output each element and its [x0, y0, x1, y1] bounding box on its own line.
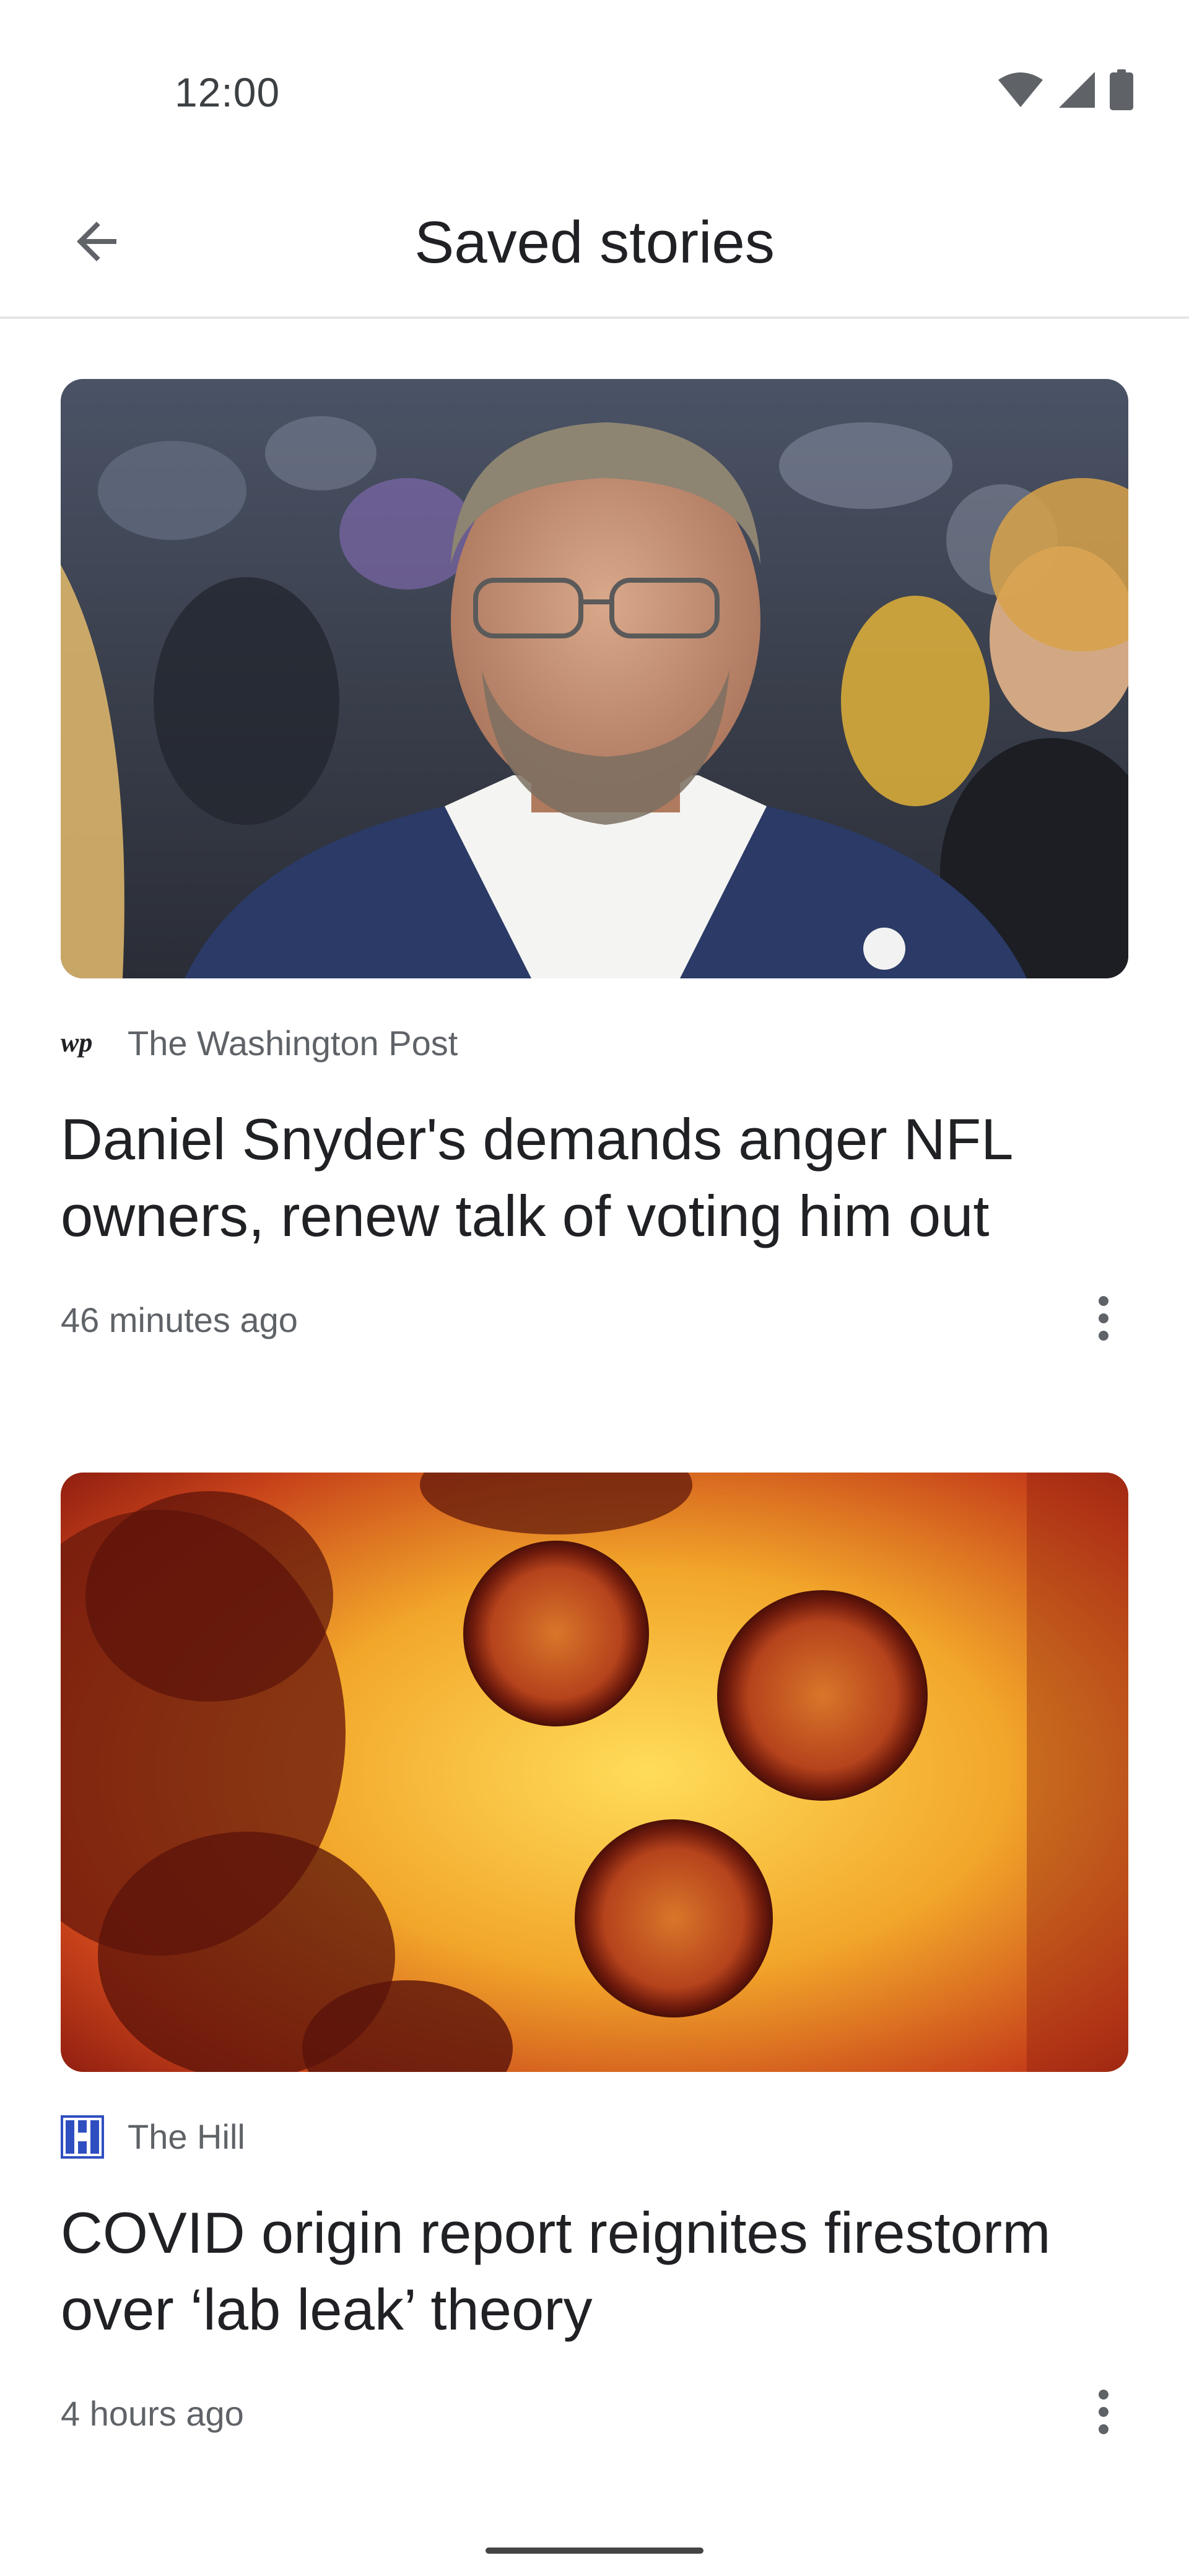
gesture-navigation-bar[interactable] — [486, 2548, 703, 2554]
app-bar: Saved stories — [0, 161, 1189, 319]
story-card[interactable]: The Hill COVID origin report reignites f… — [61, 1473, 1128, 2441]
battery-icon — [1110, 69, 1133, 110]
story-headline[interactable]: Daniel Snyder's demands anger NFL owners… — [61, 1101, 1128, 1255]
more-vert-icon — [1097, 2388, 1110, 2439]
story-meta: 4 hours ago — [61, 2385, 1128, 2441]
story-headline[interactable]: COVID origin report reignites firestorm … — [61, 2195, 1128, 2348]
more-options-button[interactable] — [1060, 1276, 1147, 1363]
wifi-icon — [997, 71, 1044, 108]
story-timestamp: 46 minutes ago — [61, 1300, 298, 1339]
more-options-button[interactable] — [1060, 2370, 1147, 2456]
the-hill-logo — [61, 2115, 104, 2159]
status-time: 12:00 — [175, 69, 281, 115]
story-image[interactable] — [61, 379, 1128, 978]
publisher-row: wp The Washington Post — [61, 1022, 1128, 1065]
status-bar: 12:00 — [0, 0, 1189, 161]
svg-text:wp: wp — [61, 1028, 92, 1058]
story-timestamp: 4 hours ago — [61, 2393, 244, 2433]
publisher-name: The Washington Post — [128, 1024, 458, 1063]
more-vert-icon — [1097, 1295, 1110, 1345]
story-image[interactable] — [61, 1473, 1128, 2072]
page-title: Saved stories — [414, 209, 775, 276]
story-meta: 46 minutes ago — [61, 1292, 1128, 1347]
screen: 12:00 Saved stories wp The Washington Po… — [0, 0, 1189, 2576]
publisher-row: The Hill — [61, 2115, 1128, 2159]
washington-post-logo: wp — [61, 1022, 104, 1065]
publisher-name: The Hill — [128, 2117, 245, 2156]
cellular-signal-icon — [1058, 71, 1096, 109]
status-icons — [997, 68, 1133, 111]
story-card[interactable]: wp The Washington Post Daniel Snyder's d… — [61, 379, 1128, 1347]
